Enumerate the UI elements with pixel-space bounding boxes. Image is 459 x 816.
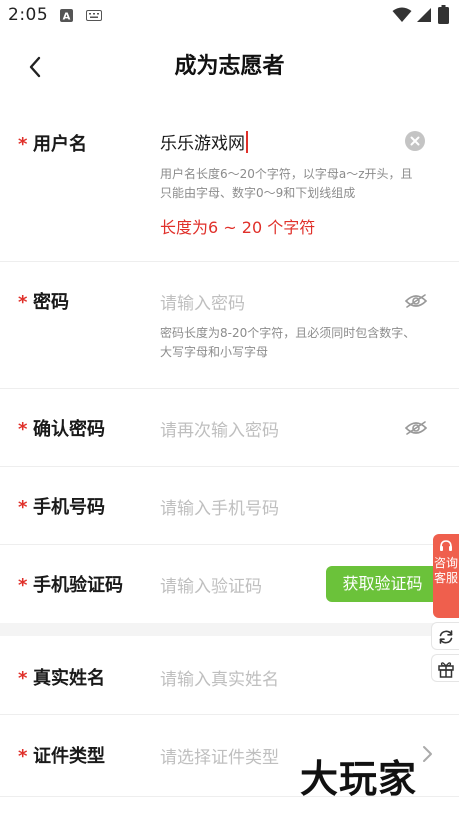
toggle-password-visibility-button[interactable] — [404, 293, 428, 309]
chevron-right-icon[interactable] — [420, 744, 434, 764]
required-mark: * — [18, 497, 28, 518]
required-mark: * — [18, 134, 28, 155]
real-name-label: 真实姓名 — [33, 668, 105, 689]
confirm-password-input[interactable]: 请再次输入密码 — [160, 416, 279, 441]
id-type-select[interactable]: 请选择证件类型 — [160, 743, 279, 768]
svg-text:A: A — [63, 12, 71, 23]
sms-code-label: 手机验证码 — [33, 575, 123, 596]
required-mark: * — [18, 668, 28, 689]
username-error: 长度为6 ~ 20 个字符 — [160, 218, 316, 237]
toggle-confirm-password-visibility-button[interactable] — [404, 420, 428, 436]
wifi-icon — [392, 7, 412, 22]
required-mark: * — [18, 292, 28, 313]
real-name-row: * 真实姓名 请输入真实姓名 — [0, 636, 459, 715]
gift-icon — [438, 662, 454, 678]
clear-circle-icon — [410, 136, 420, 146]
password-hint: 密码长度为8-20个字符，且必须同时包含数字、大写字母和小写字母 — [160, 326, 416, 359]
username-label: 用户名 — [33, 134, 87, 155]
username-input[interactable]: 乐乐游戏网 — [160, 129, 248, 154]
signal-icon — [417, 8, 431, 22]
required-mark: * — [18, 575, 28, 596]
get-code-button[interactable]: 获取验证码 — [326, 566, 447, 602]
required-mark: * — [18, 419, 28, 440]
confirm-password-row: * 确认密码 请再次输入密码 — [0, 389, 459, 467]
phone-row: * 手机号码 请输入手机号码 — [0, 467, 459, 545]
confirm-password-label: 确认密码 — [33, 419, 105, 440]
watermark-logo: 大玩家 — [300, 757, 418, 801]
refresh-button[interactable] — [431, 622, 459, 650]
password-input[interactable]: 请输入密码 — [160, 289, 245, 314]
volunteer-signup-screen: 2:05 A 成为志愿者 * 用户名 乐乐游戏网 用户名长度6～20个字符，以字… — [0, 0, 459, 816]
headset-icon — [440, 540, 452, 551]
password-row: * 密码 请输入密码 密码长度为8-20个字符，且必须同时包含数字、大写字母和小… — [0, 262, 459, 389]
password-label: 密码 — [33, 292, 69, 313]
keyboard-icon — [86, 10, 102, 21]
text-cursor — [246, 131, 248, 153]
username-row: * 用户名 乐乐游戏网 用户名长度6～20个字符，以字母a～z开头，且只能由字母… — [0, 104, 459, 262]
a-badge-icon: A — [60, 9, 73, 22]
customer-service-label: 咨询客服 — [433, 556, 458, 585]
battery-icon — [438, 5, 449, 24]
real-name-input[interactable]: 请输入真实姓名 — [160, 665, 279, 690]
section-divider — [0, 623, 459, 636]
refresh-icon — [439, 630, 453, 644]
phone-input[interactable]: 请输入手机号码 — [160, 494, 279, 519]
gift-button[interactable] — [431, 654, 459, 682]
customer-service-button[interactable]: 咨询客服 — [433, 534, 459, 618]
clear-username-button[interactable] — [405, 131, 425, 151]
eye-off-icon — [404, 294, 428, 308]
sms-code-input[interactable]: 请输入验证码 — [160, 572, 262, 597]
phone-label: 手机号码 — [33, 497, 105, 518]
status-bar: 2:05 A — [0, 0, 459, 32]
required-mark: * — [18, 746, 28, 767]
id-type-label: 证件类型 — [33, 746, 105, 767]
page-title: 成为志愿者 — [174, 54, 285, 79]
username-hint: 用户名长度6～20个字符，以字母a～z开头，且只能由字母、数字0～9和下划线组成 — [160, 167, 413, 200]
status-time: 2:05 — [8, 5, 49, 25]
eye-off-icon — [404, 421, 428, 435]
username-value: 乐乐游戏网 — [160, 134, 245, 154]
